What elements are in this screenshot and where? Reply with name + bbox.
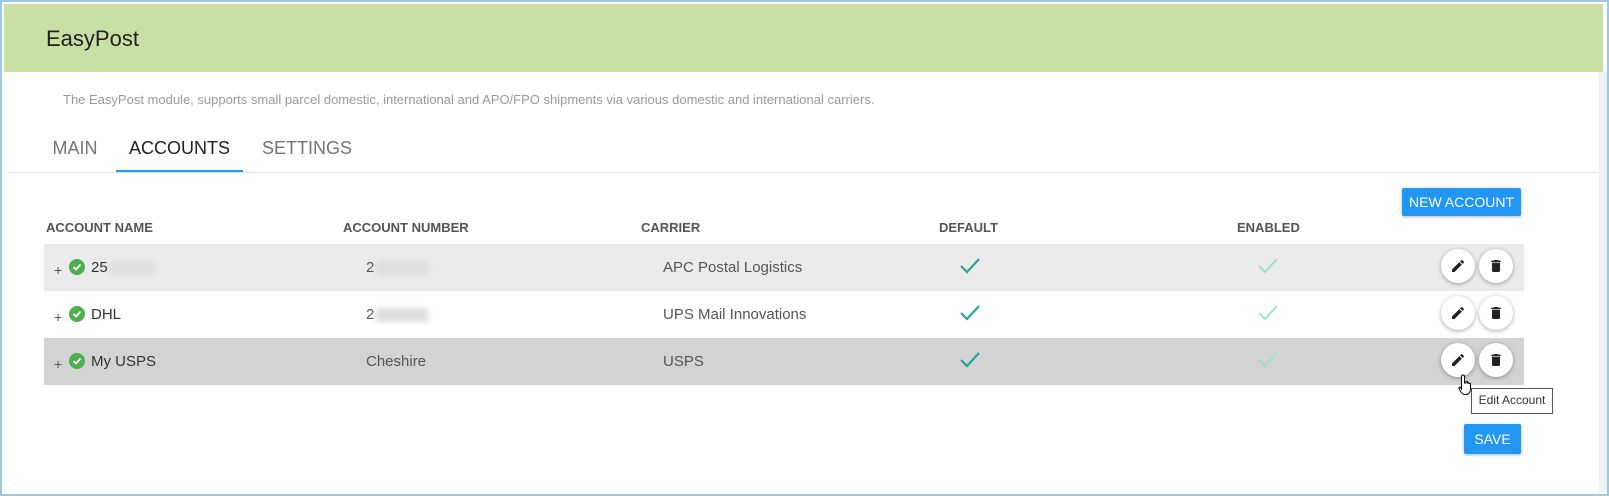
account-name: DHL	[91, 306, 122, 323]
pencil-icon	[1452, 353, 1465, 366]
account-name: My USPS	[91, 353, 157, 370]
edit-account-button[interactable]	[1441, 343, 1475, 377]
account-name: 25	[91, 259, 108, 276]
column-header-account-name: ACCOUNT NAME	[46, 220, 153, 235]
save-button[interactable]: SAVE	[1464, 424, 1521, 454]
expand-toggle[interactable]: +	[54, 262, 62, 278]
redacted-blur	[376, 308, 429, 323]
table-row[interactable]: + DHL 2 UPS Mail Innovations	[44, 291, 1524, 338]
account-number-cell: 2	[366, 259, 429, 276]
tab-bar: MAIN ACCOUNTS SETTINGS	[8, 130, 1598, 173]
check-icon	[960, 258, 980, 274]
trash-icon	[1491, 260, 1501, 272]
trash-icon	[1491, 307, 1501, 319]
delete-account-button[interactable]	[1479, 296, 1513, 330]
pencil-icon	[1452, 306, 1465, 319]
check-icon	[960, 305, 980, 321]
check-circle-icon	[69, 306, 85, 322]
check-icon	[1258, 305, 1278, 321]
column-header-carrier: CARRIER	[641, 220, 701, 235]
tab-settings[interactable]: SETTINGS	[258, 130, 356, 172]
account-name-cell: 25	[91, 259, 154, 276]
check-icon	[1258, 352, 1278, 368]
expand-toggle[interactable]: +	[54, 356, 62, 372]
check-icon	[960, 352, 980, 368]
pencil-icon	[1452, 259, 1465, 272]
check-circle-icon	[69, 259, 85, 275]
check-circle-icon	[69, 353, 85, 369]
delete-account-button[interactable]	[1479, 249, 1513, 283]
app-window: EasyPost The EasyPost module, supports s…	[0, 0, 1609, 496]
tab-main[interactable]: MAIN	[44, 130, 106, 172]
delete-account-button[interactable]	[1479, 343, 1513, 377]
column-header-default: DEFAULT	[939, 220, 998, 235]
app-header: EasyPost	[4, 4, 1603, 72]
redacted-blur	[376, 261, 429, 276]
carrier-cell: USPS	[663, 353, 704, 370]
edit-account-button[interactable]	[1441, 296, 1475, 330]
column-header-account-number: ACCOUNT NUMBER	[343, 220, 469, 235]
column-header-enabled: ENABLED	[1237, 220, 1300, 235]
account-number: 2	[366, 306, 375, 323]
account-number-cell: 2	[366, 306, 429, 323]
carrier-cell: APC Postal Logistics	[663, 259, 803, 276]
check-icon	[1258, 258, 1278, 274]
scrollbar-track[interactable]	[1599, 72, 1607, 492]
edit-account-tooltip: Edit Account	[1471, 388, 1553, 414]
account-number: Cheshire	[366, 353, 427, 370]
account-number: 2	[366, 259, 375, 276]
carrier-cell: UPS Mail Innovations	[663, 306, 807, 323]
table-row[interactable]: + My USPS Cheshire USPS	[44, 338, 1524, 385]
tab-accounts[interactable]: ACCOUNTS	[116, 130, 243, 172]
trash-icon	[1491, 354, 1501, 366]
expand-toggle[interactable]: +	[54, 309, 62, 325]
module-description: The EasyPost module, supports small parc…	[63, 92, 875, 107]
edit-account-button[interactable]	[1441, 249, 1475, 283]
new-account-button[interactable]: NEW ACCOUNT	[1402, 188, 1521, 216]
table-row[interactable]: + 25 2 APC Postal Logistics	[44, 244, 1524, 291]
redacted-blur	[109, 261, 154, 276]
app-title: EasyPost	[46, 26, 139, 51]
